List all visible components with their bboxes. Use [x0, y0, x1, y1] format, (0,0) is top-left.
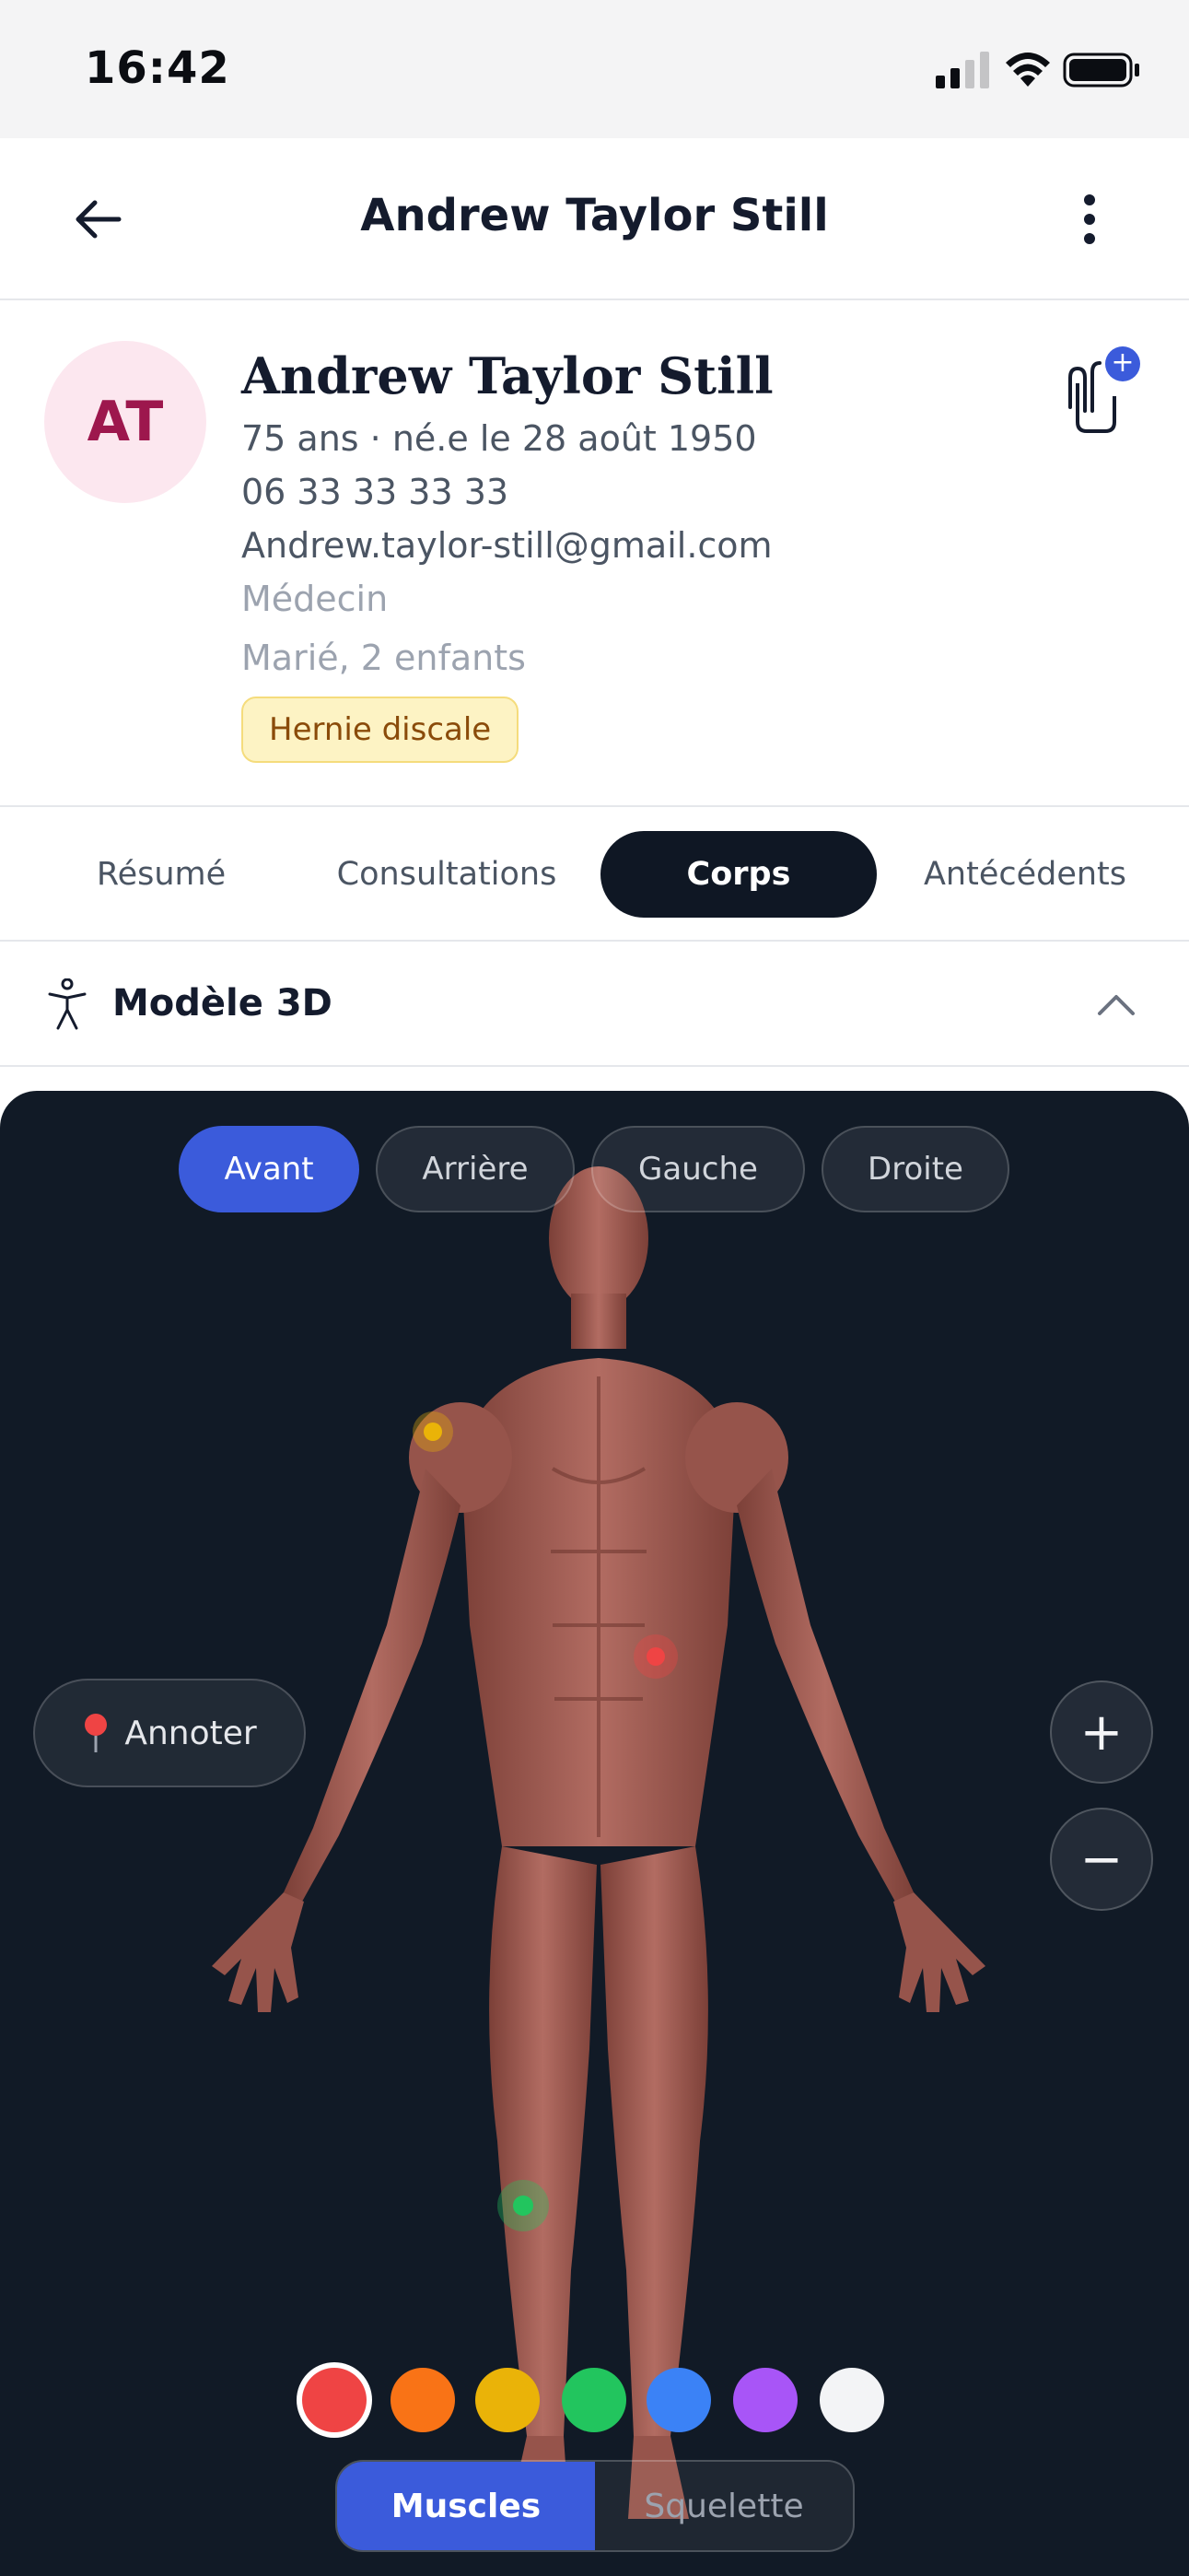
color-swatch-red[interactable] [302, 2368, 367, 2432]
view-right-button[interactable]: Droite [822, 1126, 1009, 1212]
section-title: Modèle 3D [112, 982, 332, 1025]
section-header-3d-model[interactable]: Modèle 3D [0, 942, 1189, 1067]
add-document-button[interactable]: + [1057, 346, 1140, 439]
accessibility-person-icon [48, 978, 87, 1030]
color-swatch-white[interactable] [820, 2368, 884, 2432]
tab-corps[interactable]: Corps [600, 831, 877, 918]
wifi-icon [1006, 53, 1050, 87]
condition-tag: Hernie discale [241, 697, 519, 763]
human-body-model[interactable] [184, 1165, 1013, 2574]
color-swatch-green[interactable] [562, 2368, 626, 2432]
patient-phone[interactable]: 06 33 33 33 33 [241, 472, 508, 512]
color-swatch-yellow[interactable] [475, 2368, 540, 2432]
tab-consultations[interactable]: Consultations [313, 831, 580, 918]
tab-resume[interactable]: Résumé [37, 831, 286, 918]
color-swatch-orange[interactable] [391, 2368, 455, 2432]
pin-icon [85, 1714, 108, 1752]
view-front-button[interactable]: Avant [179, 1126, 359, 1212]
more-options-button[interactable] [1068, 190, 1111, 249]
zoom-out-button[interactable]: − [1050, 1808, 1153, 1911]
status-bar: 16:42 [0, 0, 1189, 138]
view-left-button[interactable]: Gauche [591, 1126, 805, 1212]
color-swatch-purple[interactable] [733, 2368, 798, 2432]
layer-skeleton-button[interactable]: Squelette [595, 2462, 853, 2550]
patient-email[interactable]: Andrew.taylor-still@gmail.com [241, 525, 773, 566]
avatar: AT [44, 341, 206, 503]
cellular-signal-icon [936, 52, 989, 88]
patient-age-birth: 75 ans · né.e le 28 août 1950 [241, 418, 757, 459]
patient-card: AT Andrew Taylor Still 75 ans · né.e le … [0, 300, 1189, 807]
layer-muscles-button[interactable]: Muscles [337, 2462, 595, 2550]
tab-bar: Résumé Consultations Corps Antécédents [0, 807, 1189, 942]
attach-badge: + [1105, 346, 1140, 381]
tab-antecedents[interactable]: Antécédents [901, 831, 1149, 918]
annotate-label: Annoter [124, 1714, 257, 1752]
zoom-in-button[interactable]: + [1050, 1680, 1153, 1784]
battery-icon [1063, 53, 1139, 88]
more-vertical-icon [1084, 194, 1095, 244]
patient-name: Andrew Taylor Still [241, 346, 774, 405]
patient-profession: Médecin [241, 579, 389, 619]
3d-model-viewer[interactable]: Avant Arrière Gauche Droite Annoter + − … [0, 1091, 1189, 2576]
nav-bar: Andrew Taylor Still [0, 138, 1189, 300]
status-time: 16:42 [85, 42, 230, 94]
patient-family: Marié, 2 enfants [241, 638, 526, 678]
layer-toggle: Muscles Squelette [335, 2460, 855, 2552]
annotate-button[interactable]: Annoter [33, 1679, 306, 1787]
chevron-up-icon[interactable] [1096, 986, 1137, 1023]
nav-title: Andrew Taylor Still [360, 190, 829, 241]
color-swatch-blue[interactable] [647, 2368, 711, 2432]
view-back-button[interactable]: Arrière [376, 1126, 575, 1212]
